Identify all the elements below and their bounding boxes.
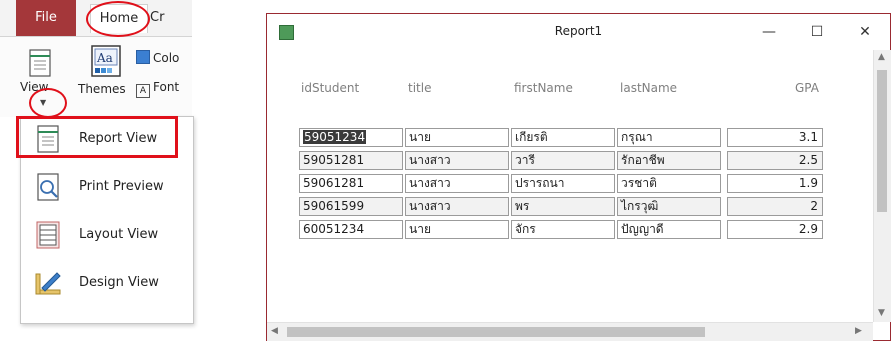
cell-gpa[interactable]: 1.9 — [727, 174, 823, 193]
cell-gpa[interactable]: 2.9 — [727, 220, 823, 239]
menu-item-label: Layout View — [79, 227, 159, 242]
cell-title[interactable]: นาย — [405, 220, 509, 239]
themes-button[interactable]: Aa Themes — [78, 44, 136, 108]
scroll-down-arrow-icon[interactable]: ▼ — [878, 308, 885, 318]
column-header-lastname: lastName — [620, 81, 678, 95]
svg-text:Aa: Aa — [96, 51, 113, 65]
column-header-gpa: GPA — [795, 81, 819, 95]
cell-gpa[interactable]: 3.1 — [727, 128, 823, 147]
selected-text: 59051234 — [303, 130, 367, 144]
colors-button[interactable]: Colo — [136, 50, 179, 65]
vertical-scroll-thumb[interactable] — [877, 70, 887, 212]
menu-item-layout-view[interactable]: Layout View — [21, 213, 193, 259]
column-header-idstudent: idStudent — [301, 81, 360, 95]
cell-gpa[interactable]: 2.5 — [727, 151, 823, 170]
menu-item-print-preview[interactable]: Print Preview — [21, 165, 193, 211]
column-header-firstname: firstName — [514, 81, 573, 95]
themes-label: Themes — [78, 82, 126, 96]
fonts-label: Font — [153, 80, 180, 94]
colors-label: Colo — [153, 51, 180, 65]
tab-create-partial[interactable]: Cr — [150, 0, 164, 36]
view-dropdown-menu: Report View Print Preview Layout View De… — [20, 116, 194, 324]
cell-lastname[interactable]: กรุณา — [617, 128, 721, 147]
view-icon — [29, 49, 51, 77]
fonts-icon: A — [136, 84, 150, 98]
print-preview-icon — [37, 173, 59, 201]
cell-title[interactable]: นางสาว — [405, 151, 509, 170]
colors-icon — [136, 50, 150, 64]
vertical-scrollbar[interactable]: ▲ ▼ — [873, 50, 891, 322]
scroll-up-arrow-icon[interactable]: ▲ — [878, 52, 885, 62]
tab-file[interactable]: File — [16, 0, 76, 36]
cell-firstname[interactable]: ปรารถนา — [511, 174, 615, 193]
cell-lastname[interactable]: ปัญญาดี — [617, 220, 721, 239]
scroll-right-arrow-icon[interactable]: ▶ — [855, 326, 862, 336]
scroll-left-arrow-icon[interactable]: ◀ — [271, 326, 278, 336]
menu-item-report-view[interactable]: Report View — [21, 117, 193, 163]
menu-item-label: Design View — [79, 275, 159, 290]
cell-title[interactable]: นาย — [405, 128, 509, 147]
tab-home[interactable]: Home — [90, 4, 148, 33]
cell-title[interactable]: นางสาว — [405, 174, 509, 193]
cell-lastname[interactable]: ไกรวุฒิ — [617, 197, 721, 216]
cell-firstname[interactable]: จักร — [511, 220, 615, 239]
column-header-title: title — [408, 81, 432, 95]
horizontal-scroll-thumb[interactable] — [287, 327, 705, 337]
cell-idstudent[interactable]: 59061281 — [299, 174, 403, 193]
cell-lastname[interactable]: วรชาติ — [617, 174, 721, 193]
report-body: idStudent title firstName lastName GPA 5… — [267, 50, 873, 320]
menu-item-label: Report View — [79, 131, 158, 146]
view-button[interactable]: View ▼ — [20, 44, 66, 110]
menu-item-design-view[interactable]: Design View — [21, 261, 193, 307]
fonts-button[interactable]: A Font — [136, 80, 179, 98]
window-title: Report1 — [554, 24, 603, 38]
report-view-icon — [37, 125, 59, 153]
layout-view-icon — [36, 221, 60, 249]
cell-idstudent[interactable]: 59051234 — [299, 128, 403, 147]
menu-item-label: Print Preview — [79, 179, 164, 194]
cell-lastname[interactable]: รักอาชีพ — [617, 151, 721, 170]
cell-idstudent[interactable]: 59061599 — [299, 197, 403, 216]
cell-firstname[interactable]: เกียรติ — [511, 128, 615, 147]
view-label: View — [20, 80, 49, 94]
title-bar[interactable]: Report1 — ☐ ✕ — [267, 14, 890, 50]
cell-firstname[interactable]: พร — [511, 197, 615, 216]
cell-title[interactable]: นางสาว — [405, 197, 509, 216]
cell-gpa[interactable]: 2 — [727, 197, 823, 216]
close-button[interactable]: ✕ — [851, 20, 879, 44]
ribbon-tab-strip: File Home Cr — [0, 0, 192, 37]
cell-idstudent[interactable]: 60051234 — [299, 220, 403, 239]
cell-idstudent[interactable]: 59051281 — [299, 151, 403, 170]
ribbon: File Home Cr View ▼ Aa Themes Colo A Font — [0, 0, 194, 344]
horizontal-scrollbar[interactable]: ◀ ▶ — [267, 322, 873, 341]
design-view-icon — [35, 272, 61, 295]
cell-firstname[interactable]: วารี — [511, 151, 615, 170]
report-window: Report1 — ☐ ✕ idStudent title firstName … — [266, 13, 891, 341]
minimize-button[interactable]: — — [755, 20, 783, 44]
chevron-down-icon[interactable]: ▼ — [40, 98, 46, 107]
maximize-button[interactable]: ☐ — [803, 20, 831, 44]
themes-icon: Aa — [91, 45, 121, 77]
